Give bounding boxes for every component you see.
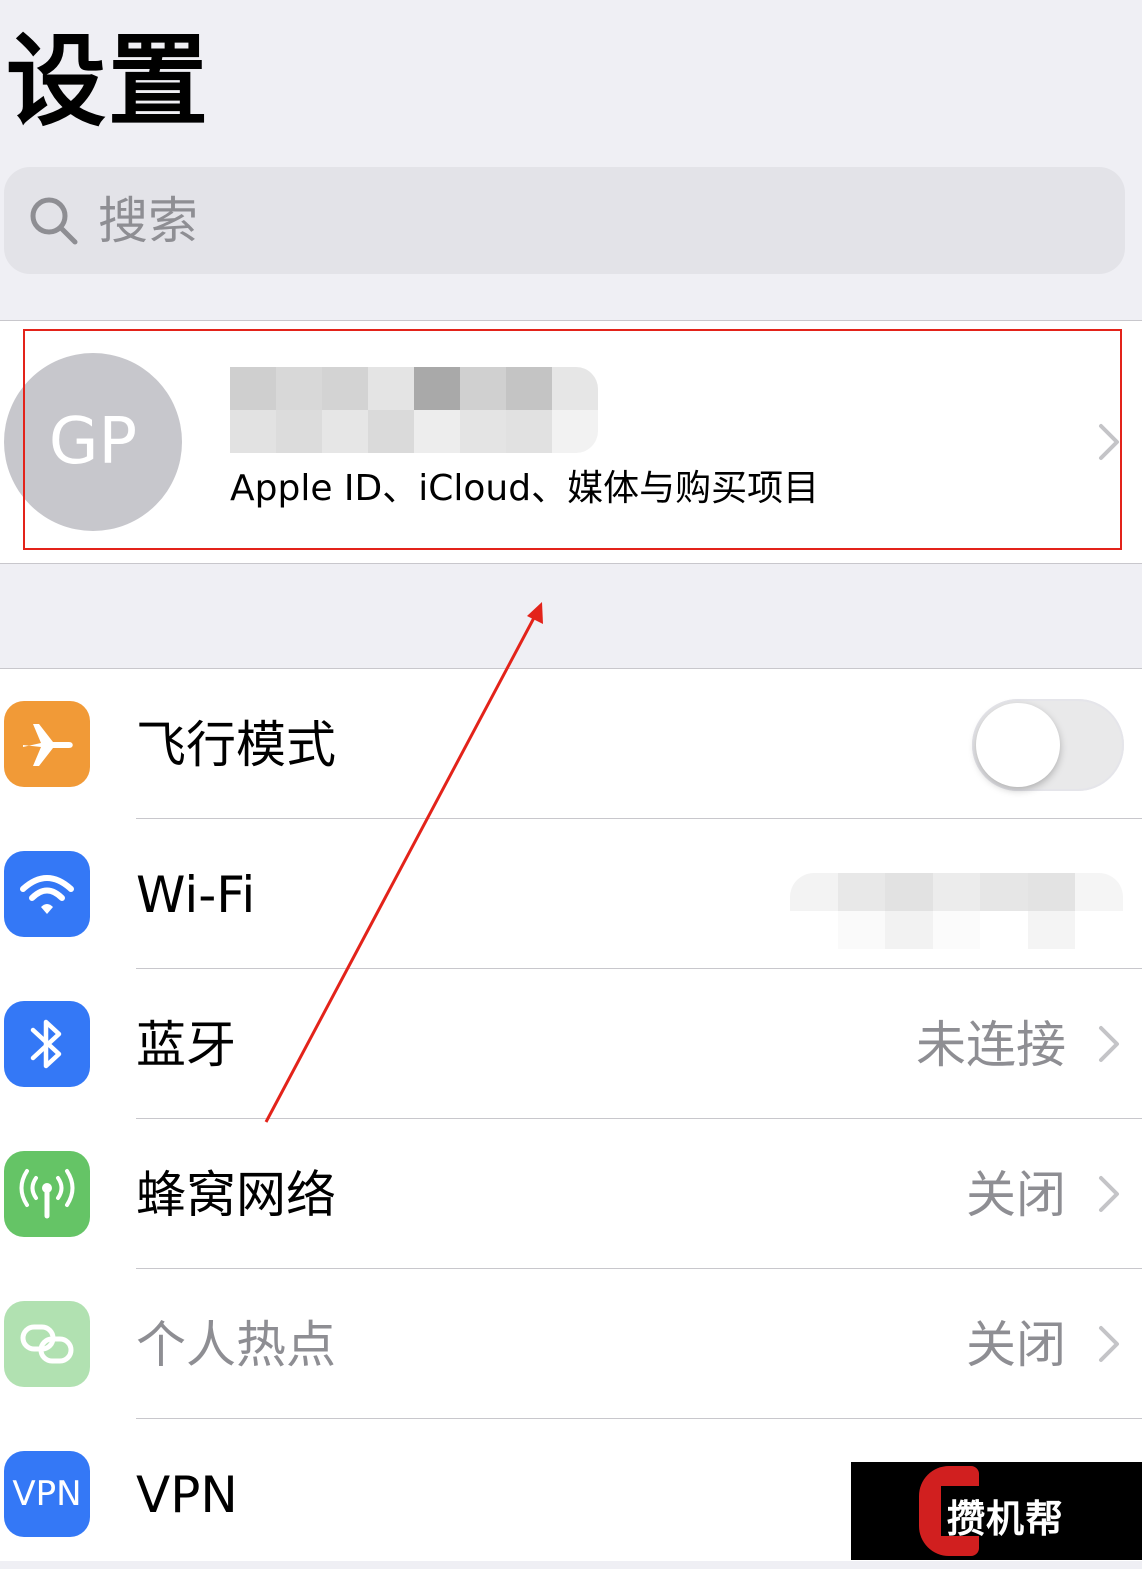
search-input[interactable] [96,187,1100,255]
personal-hotspot-label: 个人热点 [136,1316,336,1374]
settings-row-personal-hotspot[interactable]: 个人热点 关闭 [0,1269,1142,1419]
blurred-account-name [230,367,598,453]
watermark-text: 攒机帮 [947,1497,1065,1541]
settings-row-bluetooth[interactable]: 蓝牙 未连接 [0,969,1142,1119]
cellular-status: 关闭 [966,1166,1066,1224]
wifi-icon [4,851,90,937]
airplane-icon [4,701,90,787]
avatar: GP [4,353,182,531]
bluetooth-status: 未连接 [916,1016,1066,1074]
connectivity-settings-group: 飞行模式 Wi-Fi 蓝牙 未连接 蜂窝网络 关闭 个人热点 关闭 VPN VP… [0,668,1142,1561]
settings-row-wifi[interactable]: Wi-Fi [0,819,1142,969]
bluetooth-icon [4,1001,90,1087]
apple-id-subtitle: Apple ID、iCloud、媒体与购买项目 [230,468,820,509]
airplane-mode-toggle[interactable] [972,699,1124,791]
page-title: 设置 [6,23,210,140]
hotspot-icon [4,1301,90,1387]
personal-hotspot-status: 关闭 [966,1316,1066,1374]
bluetooth-label: 蓝牙 [136,1016,236,1074]
vpn-label: VPN [136,1466,238,1524]
vpn-icon: VPN [4,1451,90,1537]
chevron-right-icon [1099,1176,1119,1212]
blurred-wifi-name [790,873,1123,949]
search-icon [30,197,78,245]
apple-id-section[interactable]: GP Apple ID、iCloud、媒体与购买项目 [0,320,1142,564]
watermark-logo: 攒机帮 [851,1462,1142,1560]
chevron-right-icon [1099,1026,1119,1062]
wifi-label: Wi-Fi [136,866,256,924]
chevron-right-icon [1099,1326,1119,1362]
chevron-right-icon [1099,424,1119,460]
settings-row-airplane-mode: 飞行模式 [0,669,1142,819]
cellular-label: 蜂窝网络 [136,1166,336,1224]
airplane-mode-label: 飞行模式 [136,716,336,774]
settings-row-cellular[interactable]: 蜂窝网络 关闭 [0,1119,1142,1269]
cellular-icon [4,1151,90,1237]
search-bar[interactable] [4,167,1125,274]
